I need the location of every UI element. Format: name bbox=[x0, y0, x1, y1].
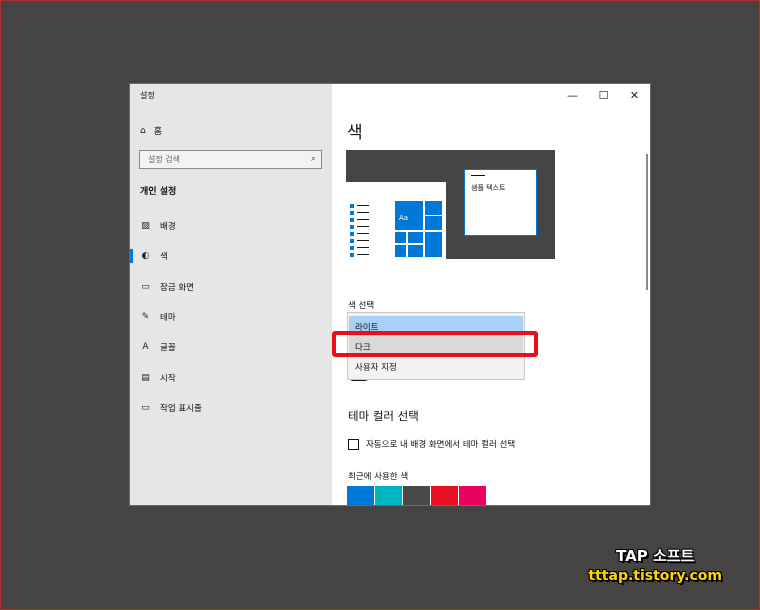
color-swatch[interactable] bbox=[403, 486, 430, 505]
sidebar-item-label: 글꼴 bbox=[160, 343, 176, 353]
recent-colors bbox=[347, 486, 486, 505]
page-title: 색 bbox=[347, 123, 363, 143]
active-indicator bbox=[130, 249, 133, 263]
settings-window: 설정 ⌂ 홈 설정 검색 ⌕ 개인 설정 ▨ 배경 ◐ 색 ▭ 잠금 화면 ✎ … bbox=[129, 83, 651, 506]
maximize-button[interactable]: ☐ bbox=[588, 84, 619, 106]
minimize-button[interactable]: — bbox=[557, 84, 588, 106]
preview-tile-text: Aa bbox=[399, 214, 409, 222]
sidebar-item-label: 시작 bbox=[160, 374, 176, 384]
sidebar-item-lock-screen[interactable]: ▭ 잠금 화면 bbox=[140, 280, 194, 294]
font-icon: A bbox=[142, 342, 149, 352]
watermark-url: tttap.tistory.com bbox=[588, 568, 722, 584]
color-swatch[interactable] bbox=[431, 486, 458, 505]
preview-sample-window: 샘플 텍스트 bbox=[464, 169, 537, 236]
sidebar-item-taskbar[interactable]: ▭ 작업 표시줄 bbox=[140, 401, 202, 415]
sidebar-item-label: 색 bbox=[160, 252, 168, 262]
scrollbar[interactable] bbox=[646, 154, 648, 290]
sidebar-item-label: 잠금 화면 bbox=[160, 283, 194, 293]
sidebar-item-start[interactable]: ▤ 시작 bbox=[140, 371, 176, 385]
home-icon: ⌂ bbox=[140, 125, 146, 136]
auto-color-checkbox-label: 자동으로 내 배경 화면에서 테마 컬러 선택 bbox=[366, 440, 516, 450]
color-swatch[interactable] bbox=[459, 486, 486, 505]
preview-start-list bbox=[350, 202, 369, 258]
theme-color-heading: 테마 컬러 선택 bbox=[348, 409, 419, 423]
red-highlight-annotation bbox=[332, 331, 538, 357]
search-placeholder: 설정 검색 bbox=[148, 155, 180, 164]
preview-tiles: Aa bbox=[395, 201, 442, 257]
window-title: 설정 bbox=[140, 91, 155, 100]
titlebar-controls: — ☐ ✕ bbox=[557, 84, 650, 106]
color-swatch[interactable] bbox=[375, 486, 402, 505]
sidebar-item-label: 테마 bbox=[160, 313, 176, 323]
main-content: — ☐ ✕ 색 Aa 샘플 텍스트 색 선택 라이트 다크 사용자 지정 테마 … bbox=[332, 84, 650, 505]
sidebar-item-home[interactable]: ⌂ 홈 bbox=[140, 124, 162, 138]
color-swatch[interactable] bbox=[347, 486, 374, 505]
start-icon: ▤ bbox=[141, 373, 150, 383]
watermark-title: TAP 소프트 bbox=[616, 547, 695, 565]
taskbar-icon: ▭ bbox=[141, 403, 150, 413]
sidebar-item-themes[interactable]: ✎ 테마 bbox=[140, 310, 176, 324]
color-select-label: 색 선택 bbox=[348, 301, 375, 311]
search-input[interactable]: 설정 검색 ⌕ bbox=[139, 150, 322, 169]
close-button[interactable]: ✕ bbox=[619, 84, 650, 106]
sidebar-item-background[interactable]: ▨ 배경 bbox=[140, 219, 176, 233]
auto-color-checkbox-row[interactable]: 자동으로 내 배경 화면에서 테마 컬러 선택 bbox=[348, 438, 515, 450]
theme-preview: Aa 샘플 텍스트 bbox=[346, 150, 555, 259]
auto-color-checkbox[interactable] bbox=[348, 438, 359, 450]
sidebar-item-home-label: 홈 bbox=[153, 127, 162, 137]
sidebar-item-fonts[interactable]: A 글꼴 bbox=[140, 340, 176, 354]
image-icon: ▨ bbox=[141, 221, 150, 231]
search-icon[interactable]: ⌕ bbox=[311, 154, 316, 164]
recent-colors-label: 최근에 사용한 색 bbox=[348, 472, 409, 482]
sidebar: 설정 ⌂ 홈 설정 검색 ⌕ 개인 설정 ▨ 배경 ◐ 색 ▭ 잠금 화면 ✎ … bbox=[130, 84, 332, 505]
palette-icon: ◐ bbox=[141, 251, 150, 261]
dropdown-option-custom[interactable]: 사용자 지정 bbox=[349, 356, 523, 376]
watermark: TAP 소프트 tttap.tistory.com bbox=[588, 545, 722, 584]
sidebar-item-label: 작업 표시줄 bbox=[160, 404, 202, 414]
section-title: 개인 설정 bbox=[140, 187, 177, 197]
sidebar-item-colors[interactable]: ◐ 색 bbox=[140, 249, 168, 263]
sidebar-item-label: 배경 bbox=[160, 222, 176, 232]
preview-sample-text: 샘플 텍스트 bbox=[471, 184, 506, 192]
theme-icon: ✎ bbox=[141, 312, 150, 322]
lock-screen-icon: ▭ bbox=[141, 282, 150, 292]
